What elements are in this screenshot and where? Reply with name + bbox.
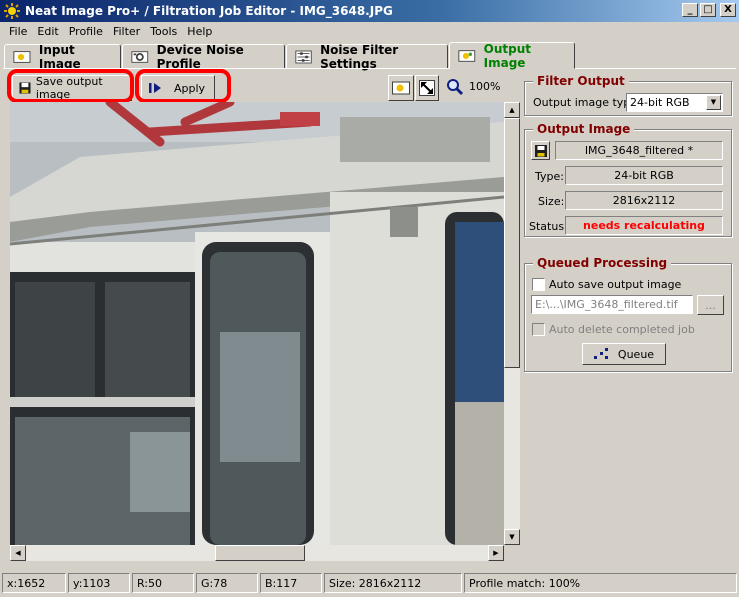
highlight-apply <box>135 69 231 103</box>
horizontal-scroll-thumb[interactable] <box>215 545 305 561</box>
close-button[interactable]: X <box>720 3 736 17</box>
tab-strip: Input Image Device Noise Profile Noise F… <box>4 42 576 71</box>
status-size: Size: 2816x2112 <box>324 573 462 593</box>
status-bar: x:1652 y:1103 R:50 G:78 B:117 Size: 2816… <box>0 571 739 595</box>
zoom-icon[interactable] <box>446 78 464 96</box>
status-g: G:78 <box>196 573 258 593</box>
auto-save-label: Auto save output image <box>549 278 682 291</box>
type-label: Type: <box>535 170 564 183</box>
menu-tools[interactable]: Tools <box>145 25 182 38</box>
menu-help[interactable]: Help <box>182 25 217 38</box>
zoom-level: 100% <box>469 80 501 93</box>
output-image-group: Output Image IMG_3648_filtered * Type: 2… <box>524 122 732 237</box>
maximize-button[interactable]: □ <box>700 3 716 17</box>
highlight-save <box>7 69 134 103</box>
output-type-label: Output image type: <box>533 96 641 109</box>
menu-profile[interactable]: Profile <box>64 25 108 38</box>
noise-profile-icon <box>131 50 149 63</box>
menu-bar: File Edit Profile Filter Tools Help <box>0 22 739 41</box>
title-bar: Neat Image Pro+ / Filtration Job Editor … <box>0 0 739 22</box>
horizontal-scrollbar[interactable]: ◀ ▶ <box>10 545 504 561</box>
scroll-left-icon[interactable]: ◀ <box>10 545 26 561</box>
status-label: Status: <box>529 220 568 233</box>
tab-device-noise-profile[interactable]: Device Noise Profile <box>122 43 285 71</box>
size-value: 2816x2112 <box>565 191 723 210</box>
auto-delete-label: Auto delete completed job <box>549 323 695 336</box>
tab-noise-filter-settings[interactable]: Noise Filter Settings <box>286 43 448 71</box>
auto-save-checkbox[interactable] <box>532 278 545 291</box>
tab-output-image[interactable]: Output Image <box>449 42 575 70</box>
image-compare-icon <box>392 81 410 95</box>
floppy-disk-icon <box>534 144 547 157</box>
save-image-button[interactable] <box>531 141 550 160</box>
status-y: y:1103 <box>68 573 130 593</box>
chevron-down-icon[interactable]: ▼ <box>706 95 721 110</box>
tab-input-image[interactable]: Input Image <box>4 43 121 71</box>
type-value: 24-bit RGB <box>565 166 723 185</box>
image-viewport[interactable] <box>10 102 504 545</box>
browse-button[interactable]: ... <box>697 295 724 315</box>
filter-settings-icon <box>295 50 312 63</box>
scroll-up-icon[interactable]: ▲ <box>504 102 520 118</box>
scroll-down-icon[interactable]: ▼ <box>504 529 520 545</box>
auto-delete-checkbox[interactable] <box>532 323 545 336</box>
output-path-field[interactable]: E:\...\IMG_3648_filtered.tif <box>531 295 693 314</box>
output-image-preview <box>10 102 504 545</box>
app-icon <box>4 3 20 19</box>
vertical-scrollbar[interactable]: ▲ ▼ <box>504 102 520 545</box>
image-icon <box>13 50 31 63</box>
queued-processing-title: Queued Processing <box>533 256 672 270</box>
resize-arrows-icon <box>419 80 435 96</box>
queue-icon <box>593 348 608 359</box>
queue-button[interactable]: Queue <box>582 343 666 365</box>
output-image-title: Output Image <box>533 122 635 136</box>
output-image-icon <box>458 49 476 62</box>
scroll-right-icon[interactable]: ▶ <box>488 545 504 561</box>
output-file-name: IMG_3648_filtered * <box>555 141 723 160</box>
status-value: needs recalculating <box>565 216 723 235</box>
status-b: B:117 <box>260 573 322 593</box>
filter-output-group: Filter Output Output image type: 24-bit … <box>524 74 732 116</box>
window-title: Neat Image Pro+ / Filtration Job Editor … <box>25 4 393 18</box>
status-x: x:1652 <box>2 573 66 593</box>
menu-file[interactable]: File <box>4 25 32 38</box>
menu-filter[interactable]: Filter <box>108 25 145 38</box>
compare-view-button[interactable] <box>388 75 414 101</box>
minimize-button[interactable]: _ <box>682 3 698 17</box>
status-profile-match: Profile match: 100% <box>464 573 737 593</box>
scroll-corner <box>504 545 520 561</box>
menu-edit[interactable]: Edit <box>32 25 63 38</box>
filter-output-title: Filter Output <box>533 74 629 88</box>
queued-processing-group: Queued Processing Auto save output image… <box>524 256 732 372</box>
output-type-select[interactable]: 24-bit RGB ▼ <box>626 93 723 112</box>
status-r: R:50 <box>132 573 194 593</box>
size-label: Size: <box>538 195 565 208</box>
vertical-scroll-thumb[interactable] <box>504 118 520 368</box>
fit-view-button[interactable] <box>415 75 439 101</box>
